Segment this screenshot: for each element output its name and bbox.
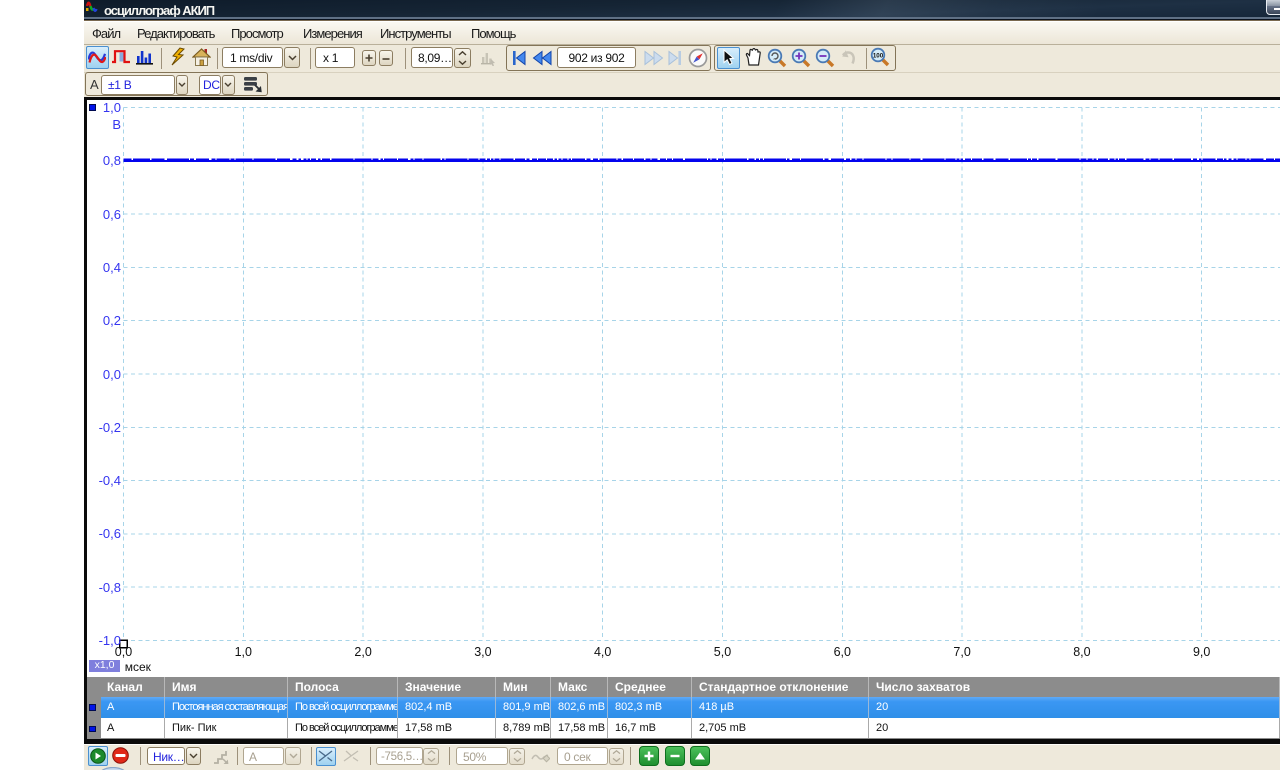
svg-text:100: 100 — [873, 52, 884, 59]
